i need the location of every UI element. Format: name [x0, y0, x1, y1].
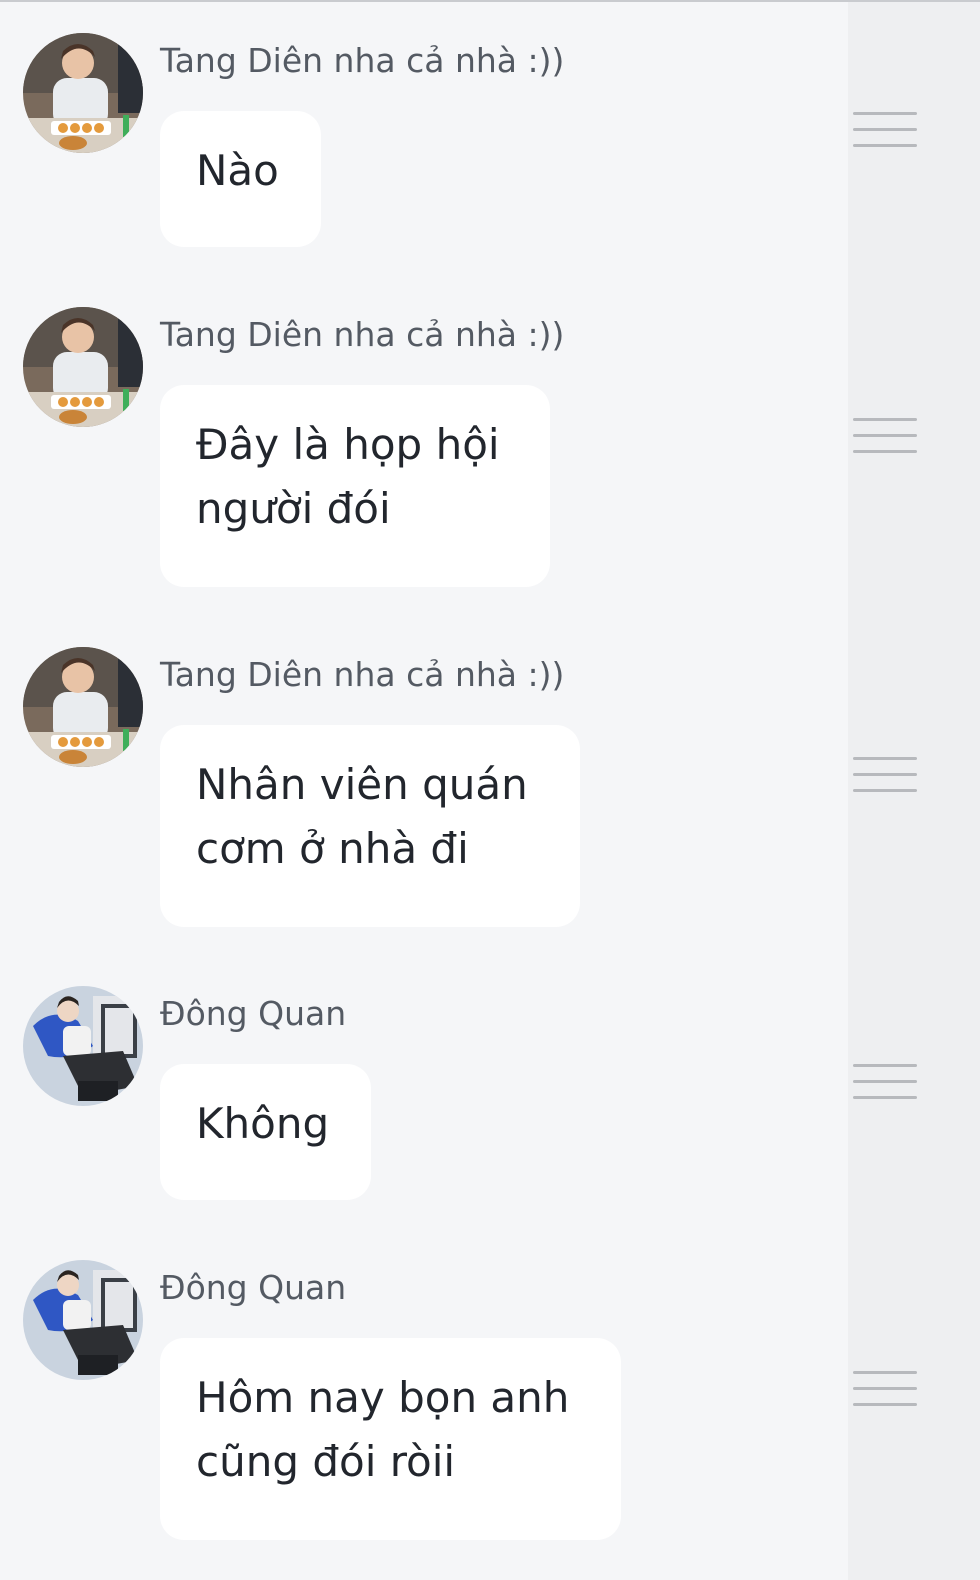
- sender-name: Tang Diên nha cả nhà :)): [160, 41, 565, 80]
- chat-message: Tang Diên nha cả nhà :)) Nhân viên quán …: [0, 647, 848, 937]
- avatar[interactable]: [23, 647, 143, 767]
- drag-handle-icon[interactable]: [853, 112, 917, 152]
- chat-message: Đông Quan Hôm nay bọn anh cũng đói ròii: [0, 1260, 848, 1550]
- sender-name: Đông Quan: [160, 994, 347, 1033]
- chat-message: Tang Diên nha cả nhà :)) Đây là họp hội …: [0, 307, 848, 597]
- message-bubble[interactable]: Hôm nay bọn anh cũng đói ròii: [160, 1338, 621, 1540]
- boy-eating-avatar-icon: [23, 307, 143, 427]
- chat-message: Tang Diên nha cả nhà :)) Nào: [0, 33, 848, 253]
- avatar[interactable]: [23, 33, 143, 153]
- drag-handle-icon[interactable]: [853, 757, 917, 797]
- avatar[interactable]: [23, 307, 143, 427]
- sender-name: Tang Diên nha cả nhà :)): [160, 315, 565, 354]
- drag-handle-icon[interactable]: [853, 1064, 917, 1104]
- sender-name: Tang Diên nha cả nhà :)): [160, 655, 565, 694]
- chat-message: Đông Quan Không: [0, 986, 848, 1206]
- message-bubble[interactable]: Đây là họp hội người đói: [160, 385, 550, 587]
- boy-eating-avatar-icon: [23, 647, 143, 767]
- blue-jacket-avatar-icon: [23, 986, 143, 1106]
- sender-name: Đông Quan: [160, 1268, 347, 1307]
- blue-jacket-avatar-icon: [23, 1260, 143, 1380]
- boy-eating-avatar-icon: [23, 33, 143, 153]
- avatar[interactable]: [23, 986, 143, 1106]
- top-divider: [0, 0, 980, 2]
- message-bubble[interactable]: Không: [160, 1064, 371, 1200]
- drag-handle-icon[interactable]: [853, 418, 917, 458]
- avatar[interactable]: [23, 1260, 143, 1380]
- message-bubble[interactable]: Nào: [160, 111, 321, 247]
- drag-handle-icon[interactable]: [853, 1371, 917, 1411]
- message-bubble[interactable]: Nhân viên quán cơm ở nhà đi: [160, 725, 580, 927]
